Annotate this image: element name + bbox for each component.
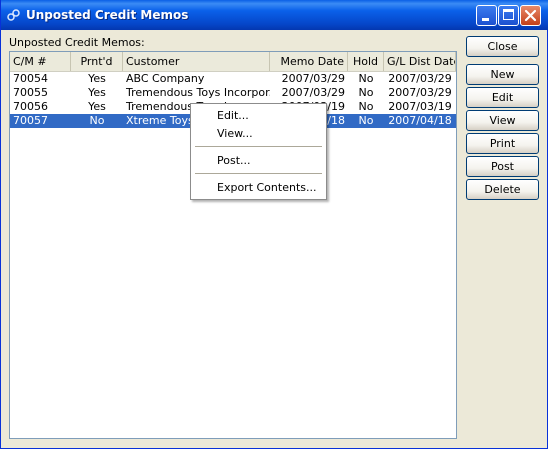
cell-hold: No [358, 114, 374, 127]
cell-printed: Yes [88, 100, 106, 113]
cell-gl-dist-date: 2007/04/18 [388, 114, 452, 127]
cell-gl-dist-date: 2007/03/29 [388, 72, 452, 85]
context-menu: Edit... View... Post... Export Contents.… [190, 103, 327, 200]
list-label: Unposted Credit Memos: [9, 36, 145, 49]
minimize-button[interactable] [476, 5, 497, 26]
cell-printed: Yes [88, 86, 106, 99]
cell-memo-date: 2007/03/29 [281, 72, 345, 85]
print-button[interactable]: Print [466, 133, 539, 154]
menu-item-edit[interactable]: Edit... [191, 107, 326, 125]
minimize-icon [482, 18, 489, 21]
cell-cm: 70054 [13, 72, 48, 85]
cell-gl-dist-date: 2007/03/29 [388, 86, 452, 99]
post-button[interactable]: Post [466, 156, 539, 177]
title-bar[interactable]: Unposted Credit Memos [1, 0, 548, 30]
menu-item-export-contents[interactable]: Export Contents... [191, 179, 326, 197]
close-icon [524, 9, 537, 22]
table-header: C/M # Prnt'd Customer Memo Date Hold G/L… [10, 52, 456, 72]
window: Unposted Credit Memos Unposted Credit Me… [0, 0, 548, 449]
close-button[interactable]: Close [466, 36, 539, 57]
column-header-customer[interactable]: Customer [123, 52, 270, 71]
menu-separator [195, 146, 322, 147]
cell-gl-dist-date: 2007/03/19 [388, 100, 452, 113]
column-header-gl-dist-date[interactable]: G/L Dist Date [384, 52, 456, 71]
table-row[interactable]: 70055 Yes Tremendous Toys Incorpor... 20… [10, 86, 456, 100]
cell-memo-date: 2007/03/29 [281, 86, 345, 99]
column-header-memo-date[interactable]: Memo Date [270, 52, 348, 71]
menu-item-post[interactable]: Post... [191, 152, 326, 170]
close-window-button[interactable] [520, 5, 541, 26]
cell-cm: 70056 [13, 100, 48, 113]
view-button[interactable]: View [466, 110, 539, 131]
app-icon [7, 9, 20, 21]
new-button[interactable]: New [466, 64, 539, 85]
menu-separator [195, 173, 322, 174]
cell-cm: 70055 [13, 86, 48, 99]
cell-cm: 70057 [13, 114, 48, 127]
column-header-printed[interactable]: Prnt'd [71, 52, 123, 71]
cell-printed: No [89, 114, 105, 127]
cell-customer: ABC Company [126, 72, 205, 85]
table-row[interactable]: 70054 Yes ABC Company 2007/03/29 No 2007… [10, 72, 456, 86]
cell-hold: No [358, 86, 374, 99]
cell-customer: Tremendous Toys Incorpor... [126, 86, 270, 99]
maximize-icon [503, 9, 514, 20]
column-header-hold[interactable]: Hold [348, 52, 384, 71]
column-header-cm[interactable]: C/M # [10, 52, 71, 71]
menu-item-view[interactable]: View... [191, 125, 326, 143]
maximize-button[interactable] [498, 5, 519, 26]
cell-hold: No [358, 100, 374, 113]
delete-button[interactable]: Delete [466, 179, 539, 200]
window-title: Unposted Credit Memos [26, 8, 189, 22]
cell-hold: No [358, 72, 374, 85]
edit-button[interactable]: Edit [466, 87, 539, 108]
cell-printed: Yes [88, 72, 106, 85]
